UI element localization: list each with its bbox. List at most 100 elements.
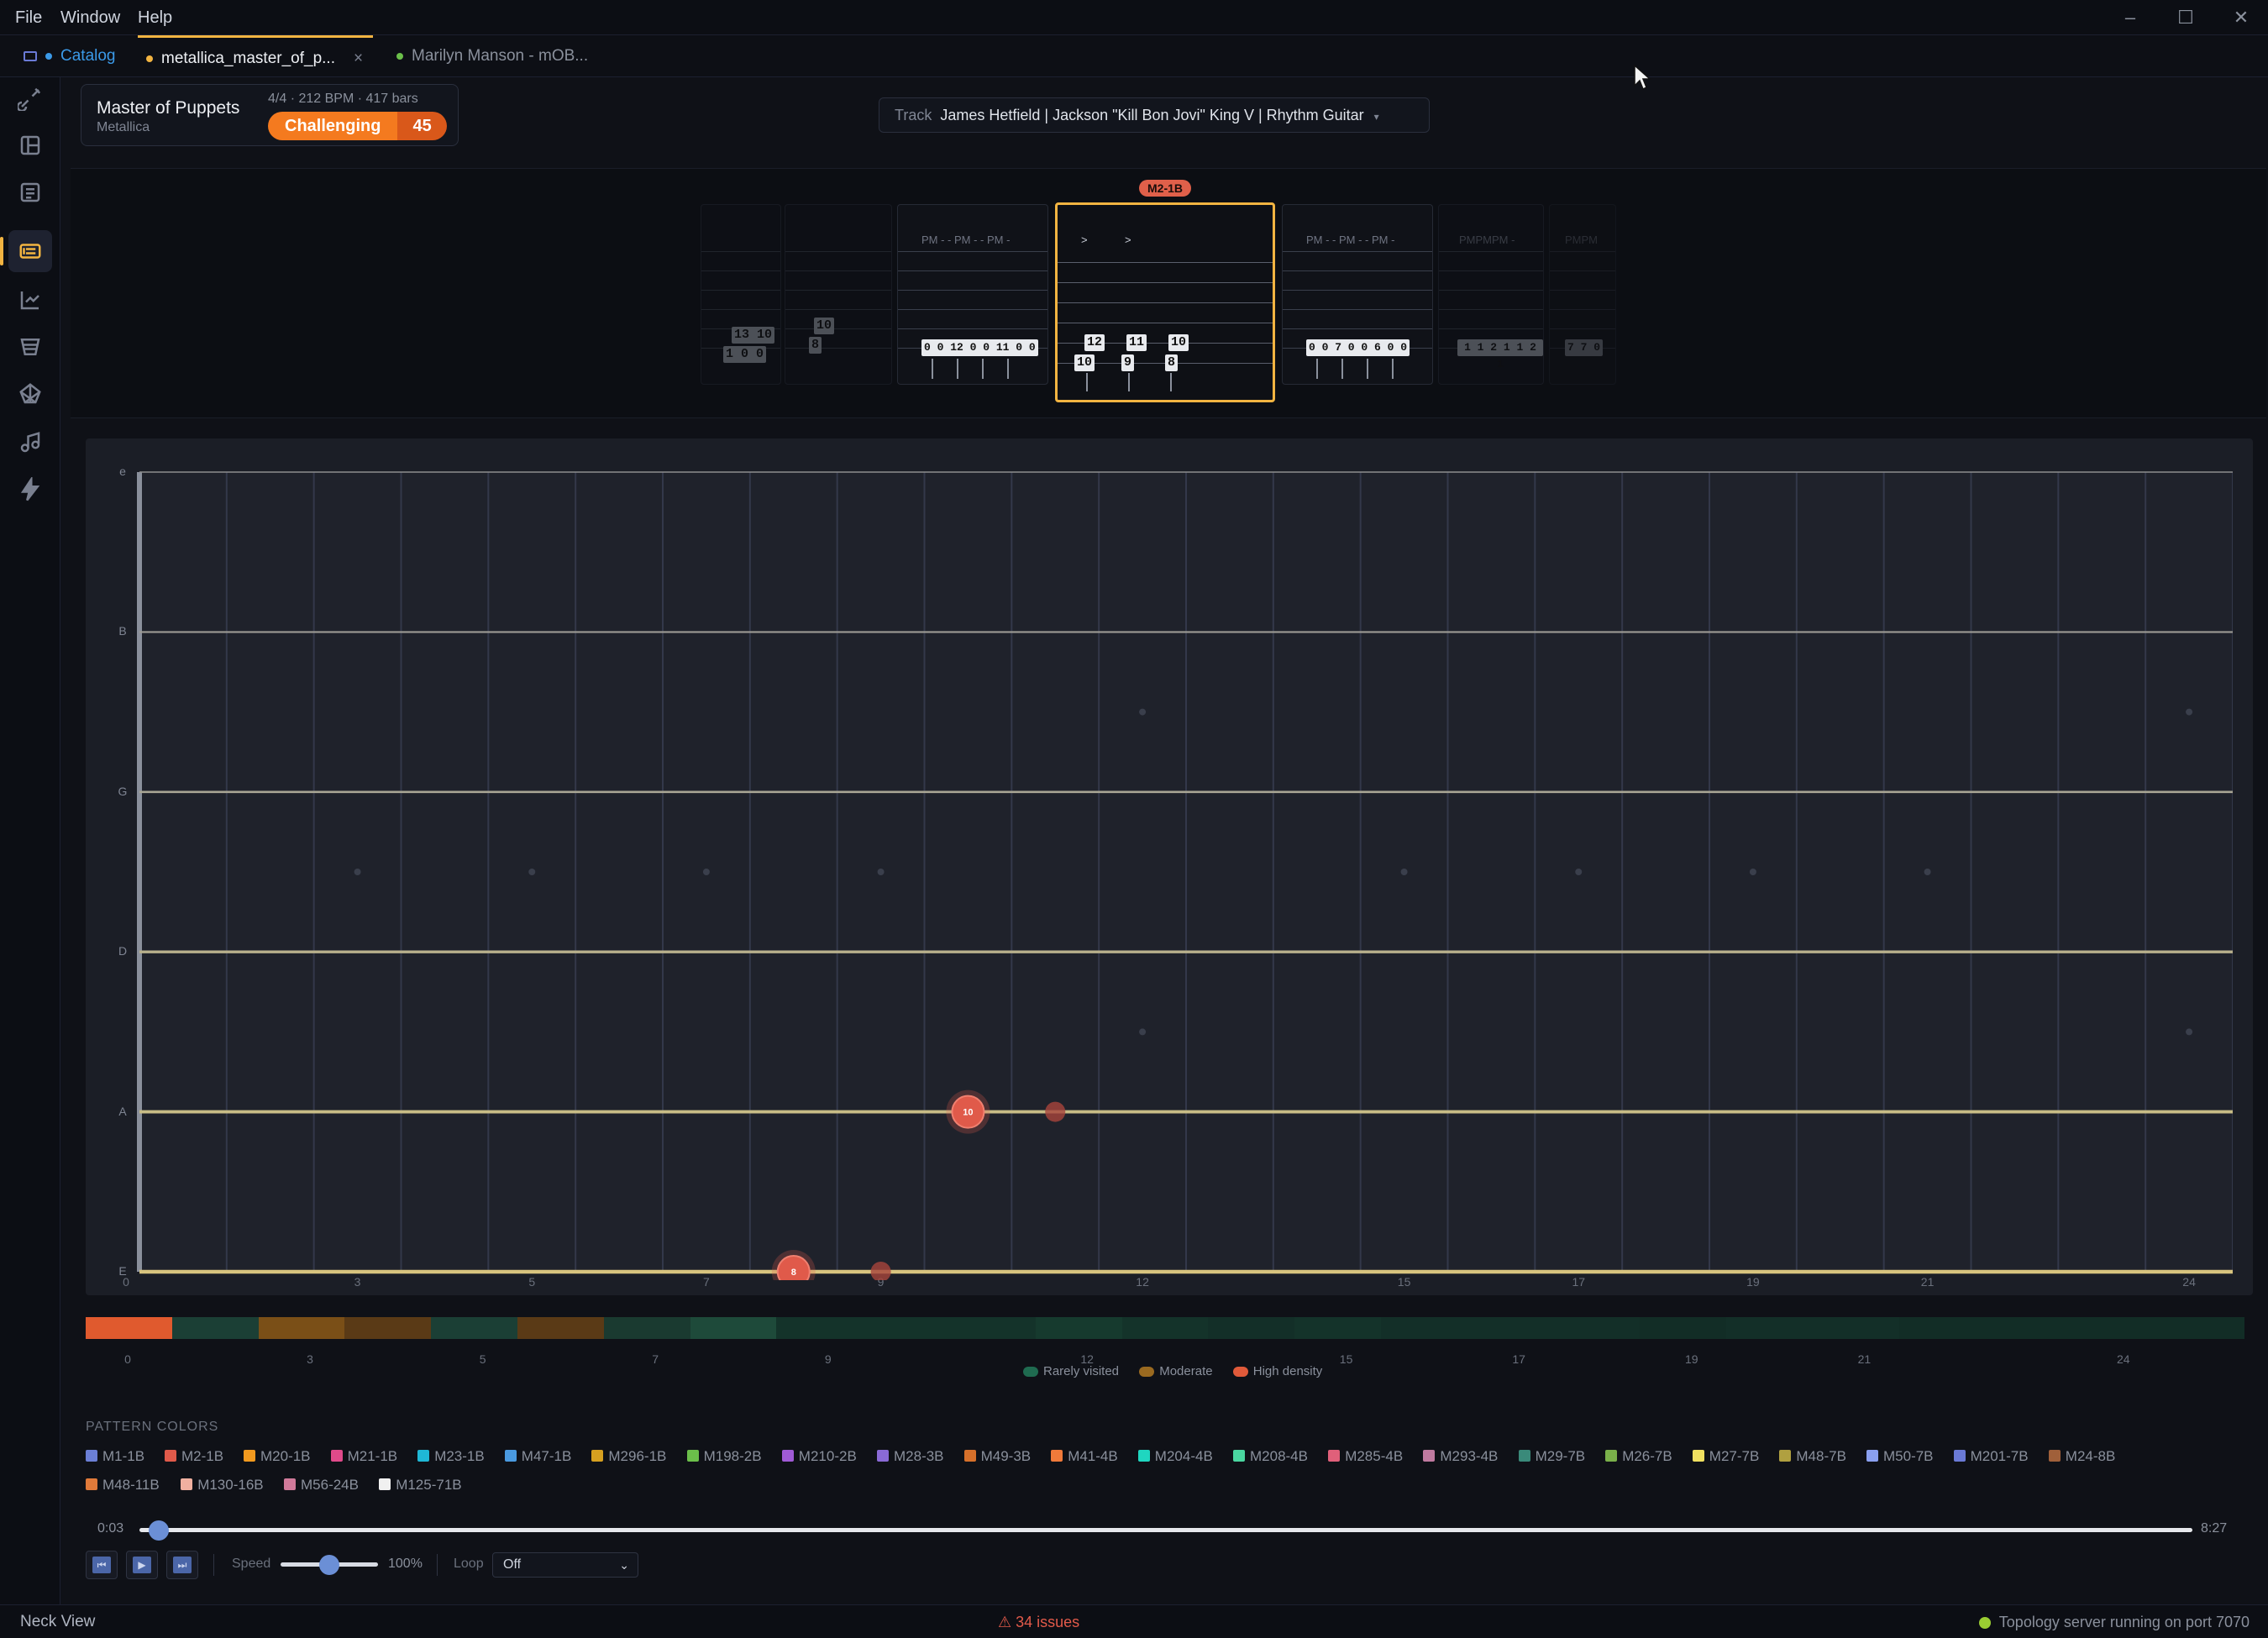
pattern-legend-item[interactable]: M49-3B xyxy=(963,1448,1031,1465)
neck-view-icon[interactable] xyxy=(0,230,52,272)
string-label: e xyxy=(119,465,126,478)
tab-catalog[interactable]: Catalog xyxy=(15,35,124,77)
fretboard[interactable]: 10 8 xyxy=(136,464,2233,1280)
pattern-legend-item[interactable]: M48-7B xyxy=(1779,1448,1846,1465)
tab-bar: Catalog metallica_master_of_p... × Marily… xyxy=(0,35,2268,77)
skip-forward-button[interactable]: ⏭ xyxy=(166,1551,198,1579)
pattern-legend-item[interactable]: M296-1B xyxy=(591,1448,666,1465)
pattern-label: M26-7B xyxy=(1622,1448,1672,1464)
pattern-legend-item[interactable]: M130-16B xyxy=(181,1477,264,1494)
current-measure-tag: M2-1B xyxy=(1139,180,1192,197)
heatmap-cell xyxy=(2071,1317,2159,1339)
track-select[interactable]: Track James Hetfield | Jackson "Kill Bon … xyxy=(879,97,1430,133)
play-button[interactable]: ▶ xyxy=(126,1551,158,1579)
pattern-legend-item[interactable]: M47-1B xyxy=(504,1448,571,1465)
heatmap-cell xyxy=(1985,1317,2072,1339)
minimize-icon[interactable]: – xyxy=(2105,0,2155,35)
pattern-legend-item[interactable]: M50-7B xyxy=(1866,1448,1934,1465)
heatmap-cell xyxy=(1726,1317,1813,1339)
tab-marilyn-manson[interactable]: Marilyn Manson - mOB... xyxy=(388,35,596,77)
pattern-legend-item[interactable]: M2-1B xyxy=(165,1448,223,1465)
song-artist: Metallica xyxy=(97,120,150,134)
progress-track[interactable] xyxy=(139,1528,2192,1532)
close-icon[interactable]: ✕ xyxy=(2216,0,2266,35)
measure-current[interactable]: > > 12 11 10 10 9 8 xyxy=(1055,202,1275,402)
pattern-legend-item[interactable]: M48-11B xyxy=(86,1477,160,1494)
loop-value: Off xyxy=(503,1557,522,1572)
pattern-legend-item[interactable]: M20-1B xyxy=(244,1448,311,1465)
pattern-legend-item[interactable]: M210-2B xyxy=(781,1448,857,1465)
chevron-down-icon: ⌄ xyxy=(619,1558,629,1572)
measure[interactable]: 13 10 1 0 0 xyxy=(701,204,781,385)
pattern-legend-item[interactable]: M125-71B xyxy=(379,1477,462,1494)
music-node-icon[interactable] xyxy=(8,422,52,464)
tab-close-icon[interactable]: × xyxy=(354,50,363,67)
lightning-icon[interactable] xyxy=(8,469,52,511)
pattern-legend-item[interactable]: M26-7B xyxy=(1605,1448,1672,1465)
pattern-legend-item[interactable]: M293-4B xyxy=(1423,1448,1498,1465)
list-icon[interactable] xyxy=(8,171,52,213)
skip-back-button[interactable]: ⏮ xyxy=(86,1551,118,1579)
tab-metallica[interactable]: metallica_master_of_p... × xyxy=(138,35,373,77)
dashboard-icon[interactable] xyxy=(8,124,52,166)
pattern-legend-item[interactable]: M56-24B xyxy=(284,1477,359,1494)
pattern-legend-item[interactable]: M41-4B xyxy=(1051,1448,1118,1465)
pattern-legend-item[interactable]: M24-8B xyxy=(2048,1448,2115,1465)
pattern-swatch xyxy=(1605,1450,1618,1462)
pattern-label: M28-3B xyxy=(894,1448,944,1464)
palm-mute-label: PMPMPM - xyxy=(1459,234,1515,246)
heatmap-label: 7 xyxy=(652,1352,659,1366)
pattern-legend-item[interactable]: M29-7B xyxy=(1518,1448,1585,1465)
pattern-swatch xyxy=(244,1450,255,1462)
pattern-legend-item[interactable]: M28-3B xyxy=(877,1448,944,1465)
palm-mute-label: PM - - PM - - PM - xyxy=(921,234,1011,246)
menu-bar: File Window Help – ☐ ✕ xyxy=(0,0,2268,35)
pattern-swatch xyxy=(181,1478,193,1490)
heatmap-label: 9 xyxy=(824,1352,832,1366)
heatmap-legend: Rarely visited Moderate High density xyxy=(1023,1364,1339,1383)
pattern-swatch xyxy=(165,1450,176,1462)
heatmap-cell xyxy=(517,1317,604,1339)
pattern-legend-item[interactable]: M21-1B xyxy=(330,1448,397,1465)
note-box: 10 xyxy=(814,318,835,334)
flow-icon[interactable] xyxy=(8,279,52,321)
speed-slider-knob[interactable] xyxy=(319,1555,339,1575)
note-label: 8 xyxy=(791,1268,796,1278)
maximize-icon[interactable]: ☐ xyxy=(2160,0,2211,35)
pattern-swatch xyxy=(781,1450,794,1462)
pattern-legend-item[interactable]: M23-1B xyxy=(417,1448,485,1465)
pattern-label: M1-1B xyxy=(102,1448,145,1464)
measure[interactable]: PMPMPM - 1 1 2 1 1 2 1 xyxy=(1438,204,1544,385)
pattern-legend-item[interactable]: M1-1B xyxy=(86,1448,144,1465)
measure[interactable]: PM - - PM - - PM - 0 0 7 0 0 6 0 0 xyxy=(1282,204,1433,385)
menu-window[interactable]: Window xyxy=(60,0,120,35)
pattern-swatch xyxy=(1137,1450,1150,1462)
pattern-legend-item[interactable]: M208-4B xyxy=(1233,1448,1308,1465)
progress-knob[interactable] xyxy=(148,1520,169,1541)
pattern-label: M208-4B xyxy=(1250,1448,1308,1464)
pattern-label: M296-1B xyxy=(608,1448,667,1464)
note-box: 12 xyxy=(1084,334,1105,351)
measure[interactable]: 10 8 xyxy=(785,204,892,385)
menu-file[interactable]: File xyxy=(15,0,42,35)
pattern-legend-item[interactable]: M204-4B xyxy=(1137,1448,1213,1465)
measure[interactable]: PMPM 7 7 0 xyxy=(1549,204,1616,385)
track-value: James Hetfield | Jackson "Kill Bon Jovi"… xyxy=(940,107,1364,123)
pattern-legend-item[interactable]: M27-7B xyxy=(1692,1448,1759,1465)
pattern-legend-item[interactable]: M198-2B xyxy=(686,1448,762,1465)
tab-label: Marilyn Manson - mOB... xyxy=(412,47,589,65)
heatmap-label: 0 xyxy=(124,1352,131,1366)
funnel-icon[interactable] xyxy=(8,326,52,368)
pattern-label: M20-1B xyxy=(260,1448,311,1464)
pattern-legend-item[interactable]: M201-7B xyxy=(1953,1448,2029,1465)
guitar-icon[interactable] xyxy=(8,77,52,119)
menu-help[interactable]: Help xyxy=(138,0,172,35)
song-card: Master of Puppets Metallica 4/4 · 212 BP… xyxy=(81,84,459,146)
pattern-legend-item[interactable]: M285-4B xyxy=(1328,1448,1403,1465)
measure[interactable]: PM - - PM - - PM - 0 0 12 0 0 11 0 0 xyxy=(897,204,1048,385)
loop-select[interactable]: Off ⌄ xyxy=(492,1552,638,1578)
web-icon[interactable] xyxy=(8,373,52,415)
status-bar: Neck View ⚠ 34 issues Topology server ru… xyxy=(0,1604,2268,1638)
issues-indicator[interactable]: ⚠ 34 issues xyxy=(998,1605,1079,1638)
pattern-label: M50-7B xyxy=(1883,1448,1934,1464)
